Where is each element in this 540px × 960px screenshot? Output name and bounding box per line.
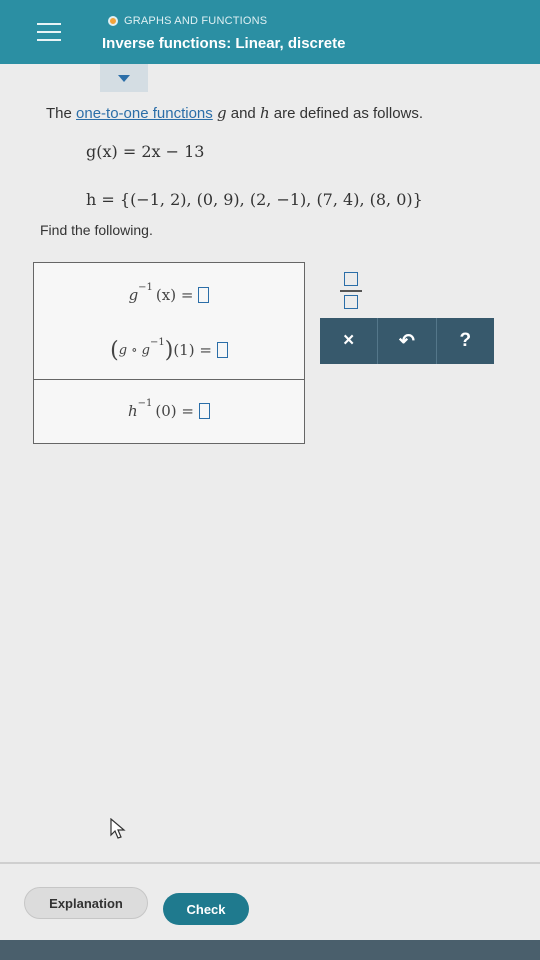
equation-g: g(x) = 2x − 13 (86, 142, 205, 161)
one-to-one-link[interactable]: one-to-one functions (76, 105, 213, 122)
answer-row-h-inverse: h −1 (0) = (34, 385, 304, 437)
fraction-button[interactable] (334, 268, 368, 314)
answer-row-g-inverse: g −1 (x) = (34, 273, 304, 317)
bottom-bar (0, 940, 540, 960)
help-button[interactable]: ? (437, 318, 494, 364)
menu-icon[interactable] (28, 14, 70, 50)
topic-text: GRAPHS AND FUNCTIONS (124, 15, 268, 27)
tool-panel: × ↶ ? (320, 318, 494, 364)
answer-input-1[interactable] (198, 287, 210, 303)
chevron-down-icon (118, 74, 130, 82)
answer-row-composition: (g ∘ g −1) (1) = (34, 325, 304, 375)
undo-button[interactable]: ↶ (378, 318, 437, 364)
check-button[interactable]: Check (163, 893, 249, 925)
topic-status-icon (108, 16, 118, 26)
answer-table: g −1 (x) = (g ∘ g −1) (1) = h −1 (0) = (33, 262, 305, 444)
equation-h: h = {(−1, 2), (0, 9), (2, −1), (7, 4), (… (86, 190, 423, 209)
find-instruction: Find the following. (40, 222, 153, 238)
answer-input-2[interactable] (216, 342, 228, 358)
page-title: Inverse functions: Linear, discrete (102, 35, 346, 52)
table-divider (34, 379, 304, 380)
explanation-button[interactable]: Explanation (24, 887, 148, 919)
mouse-cursor-icon (110, 818, 126, 839)
app-header: GRAPHS AND FUNCTIONS Inverse functions: … (0, 0, 540, 64)
collapse-tab[interactable] (100, 64, 148, 92)
footer-divider (0, 862, 540, 864)
problem-statement: The one-to-one functions g and h are def… (46, 104, 424, 122)
clear-button[interactable]: × (320, 318, 379, 364)
topic-label: GRAPHS AND FUNCTIONS (108, 15, 267, 27)
answer-input-3[interactable] (199, 403, 210, 419)
